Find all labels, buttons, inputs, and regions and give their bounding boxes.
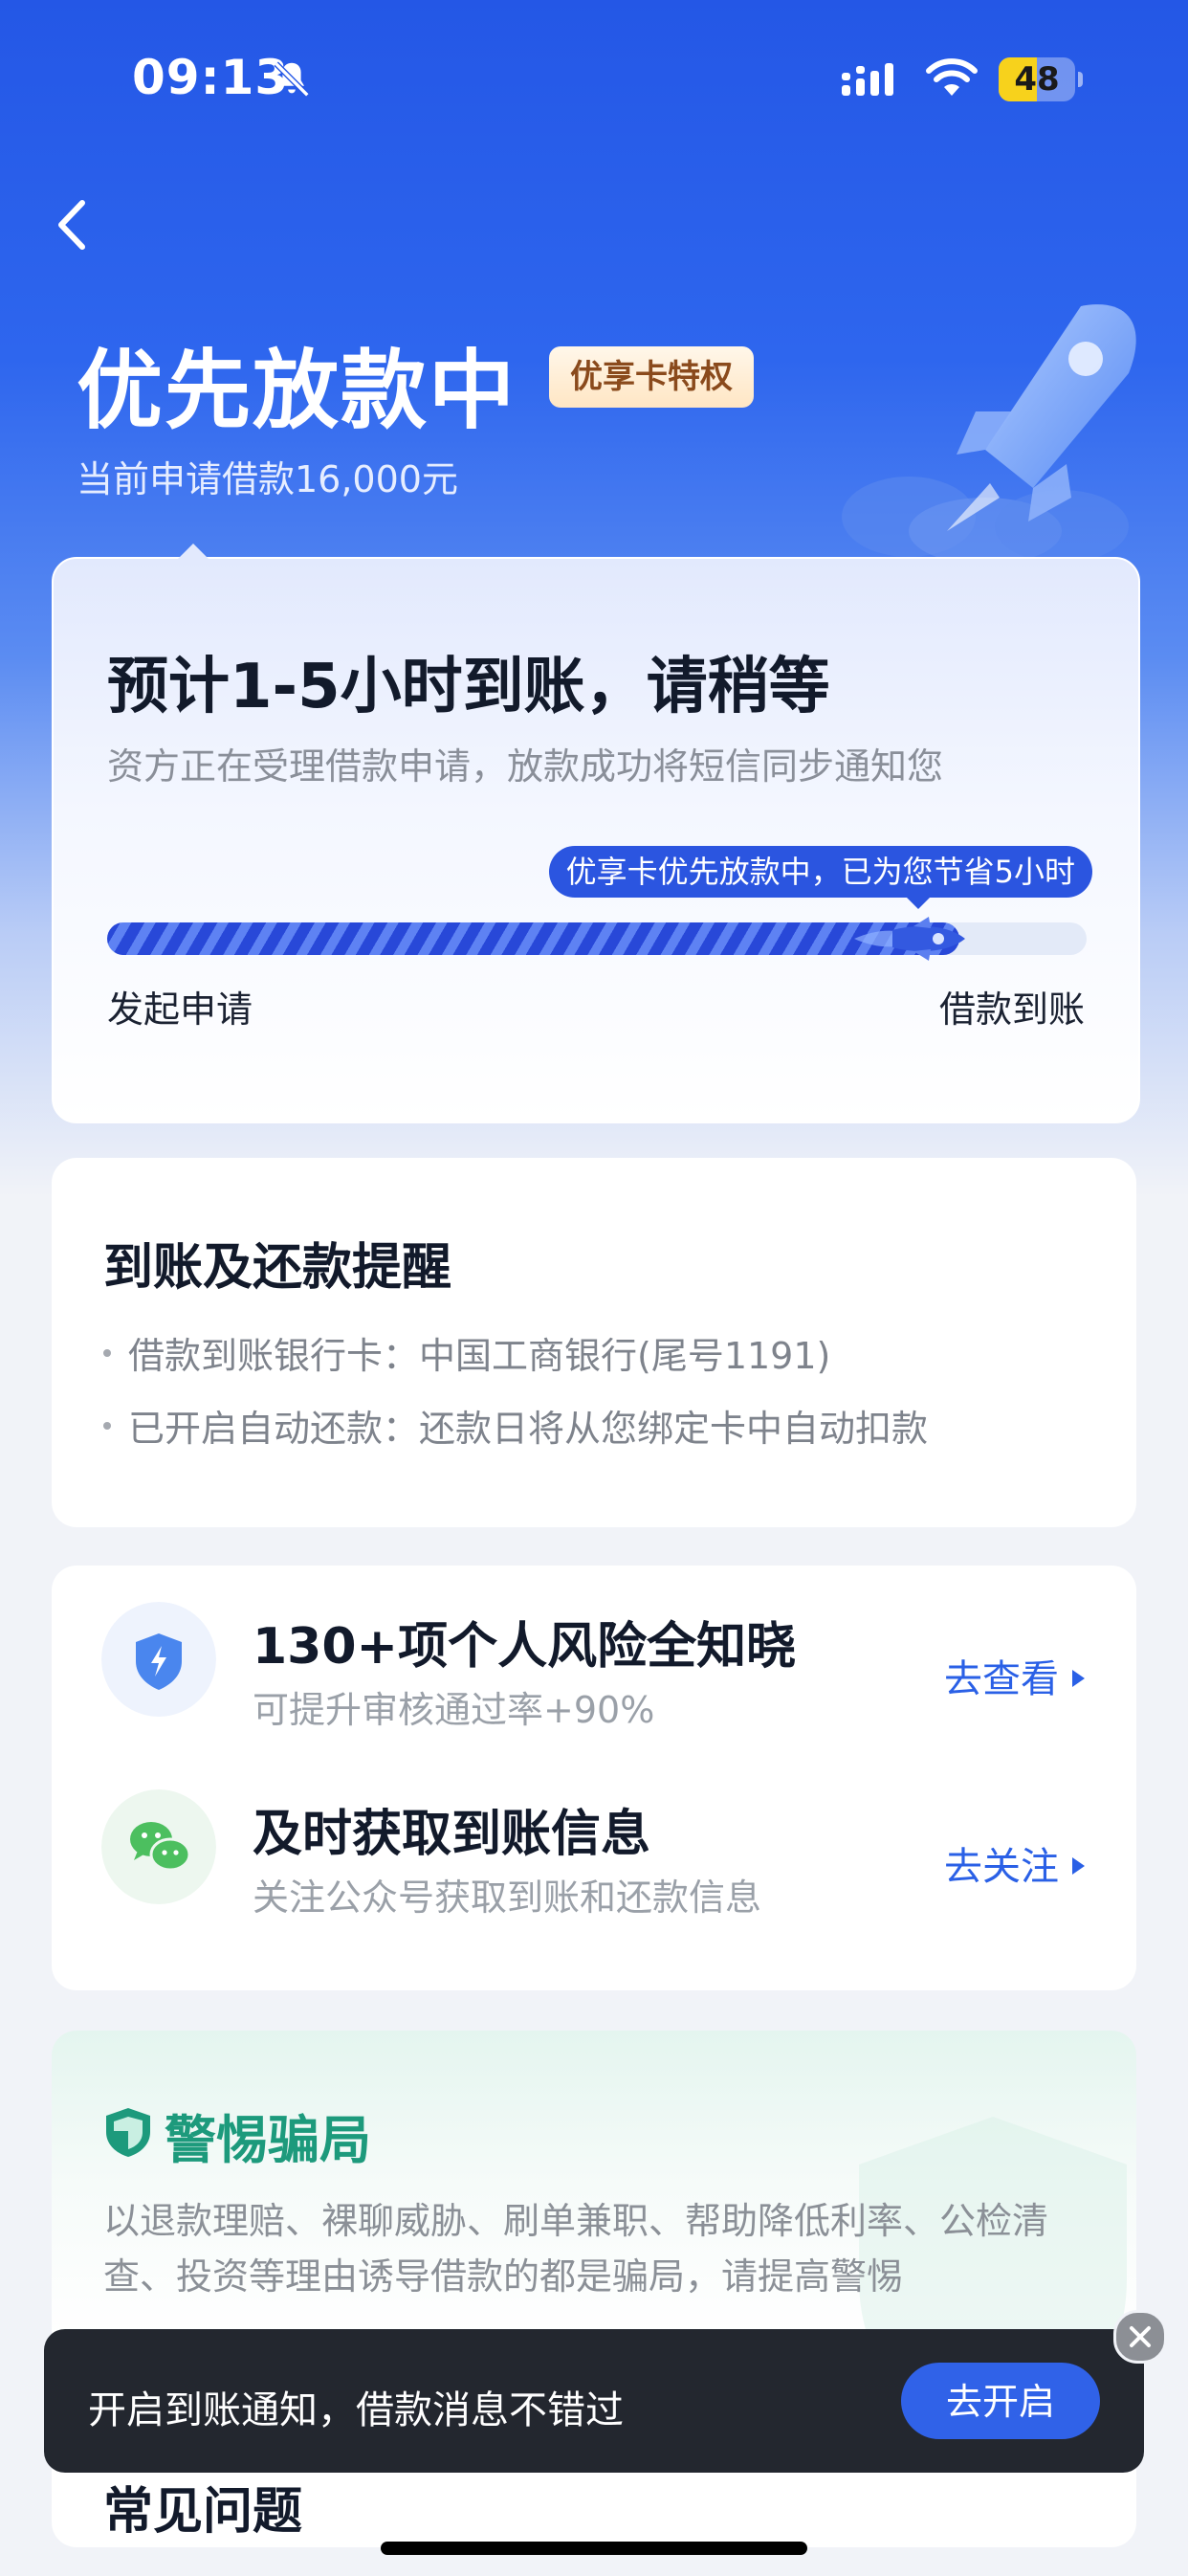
feature-title: 130+项个人风险全知晓 bbox=[253, 1618, 797, 1676]
close-icon[interactable] bbox=[1113, 2310, 1167, 2364]
features-card: 130+项个人风险全知晓 可提升审核通过率+90% 去查看 及时获取到账信息 关… bbox=[52, 1566, 1136, 1990]
privilege-badge: 优享卡特权 bbox=[549, 346, 754, 408]
progress-card: 预计1-5小时到账，请稍等 资方正在受理借款申请，放款成功将短信同步通知您 优享… bbox=[52, 544, 1140, 1123]
warning-title: 警惕骗局 bbox=[165, 2110, 371, 2170]
feature-subtitle: 关注公众号获取到账和还款信息 bbox=[253, 1876, 762, 1919]
notification-toast: 开启到账通知，借款消息不错过 去开启 bbox=[44, 2329, 1144, 2473]
faq-title: 常见问题 bbox=[103, 2483, 303, 2541]
auto-repay-line: 已开启自动还款：还款日将从您绑定卡中自动扣款 bbox=[103, 1399, 928, 1452]
shield-lightning-icon bbox=[101, 1602, 216, 1717]
wechat-icon bbox=[101, 1789, 216, 1904]
status-time: 09:13 bbox=[132, 50, 290, 105]
feature-subtitle: 可提升审核通过率+90% bbox=[253, 1689, 655, 1731]
page-title: 优先放款中 bbox=[77, 341, 517, 441]
view-risk-link[interactable]: 去查看 bbox=[944, 1648, 1085, 1703]
back-arrow-icon[interactable] bbox=[50, 191, 98, 258]
home-indicator bbox=[381, 2542, 807, 2555]
loan-amount-text: 当前申请借款16,000元 bbox=[77, 458, 458, 500]
play-arrow-icon bbox=[1072, 1670, 1085, 1687]
wechat-follow-row[interactable]: 及时获取到账信息 关注公众号获取到账和还款信息 去关注 bbox=[52, 1753, 1136, 1925]
progress-start-label: 发起申请 bbox=[107, 988, 253, 1031]
battery-indicator: 48 bbox=[999, 57, 1083, 101]
rocket-marker-icon bbox=[853, 917, 965, 961]
shield-warning-icon bbox=[106, 2108, 150, 2157]
reminder-title: 到账及还款提醒 bbox=[103, 1239, 452, 1297]
warning-text: 以退款理赔、裸聊威胁、刷单兼职、帮助降低利率、公检清查、投资等理由诱导借款的都是… bbox=[103, 2200, 1049, 2298]
play-arrow-icon bbox=[1072, 1857, 1085, 1875]
toast-message: 开启到账通知，借款消息不错过 bbox=[88, 2388, 624, 2432]
status-bar: 09:13 48 bbox=[0, 0, 1188, 163]
wifi-icon bbox=[926, 58, 978, 96]
bank-card-line: 借款到账银行卡：中国工商银行(尾号1191) bbox=[103, 1326, 830, 1379]
follow-account-link[interactable]: 去关注 bbox=[944, 1835, 1085, 1891]
enable-notification-button[interactable]: 去开启 bbox=[901, 2363, 1100, 2439]
cellular-signal-icon bbox=[842, 63, 893, 96]
reminder-card: 到账及还款提醒 借款到账银行卡：中国工商银行(尾号1191) 已开启自动还款：还… bbox=[52, 1158, 1136, 1527]
bell-muted-icon bbox=[274, 61, 310, 98]
rocket-illustration bbox=[842, 304, 1136, 565]
risk-check-row[interactable]: 130+项个人风险全知晓 可提升审核通过率+90% 去查看 bbox=[52, 1566, 1136, 1738]
time-saved-tip: 优享卡优先放款中，已为您节省5小时 bbox=[548, 846, 1092, 909]
arrival-estimate-heading: 预计1-5小时到账，请稍等 bbox=[107, 652, 830, 722]
progress-end-label: 借款到账 bbox=[938, 988, 1085, 1031]
feature-title: 及时获取到账信息 bbox=[253, 1806, 651, 1863]
progress-bar-fill bbox=[107, 922, 959, 955]
arrival-description: 资方正在受理借款申请，放款成功将短信同步通知您 bbox=[107, 745, 944, 788]
battery-level: 48 bbox=[1014, 60, 1060, 99]
progress-track bbox=[107, 917, 1087, 961]
